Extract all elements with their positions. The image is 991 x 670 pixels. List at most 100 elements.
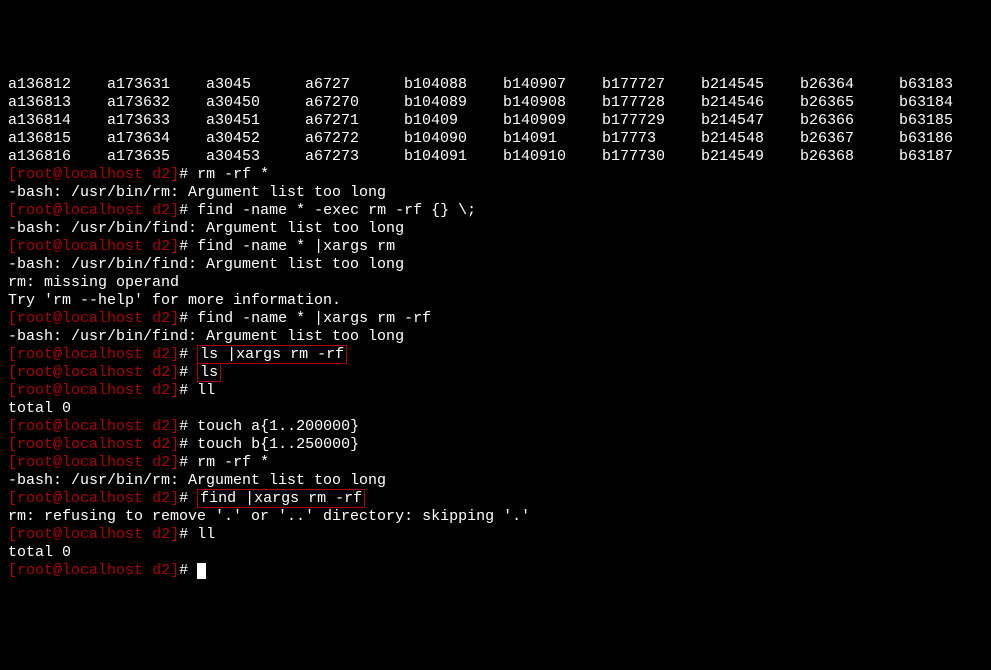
- filename: b63186: [899, 130, 991, 148]
- prompt-at: @: [53, 490, 62, 507]
- ls-output-row: a136814a173633a30451a67271b10409b140909b…: [8, 112, 983, 130]
- cursor[interactable]: [197, 563, 206, 579]
- prompt-host: localhost: [62, 526, 143, 543]
- filename: a3045: [206, 76, 305, 94]
- output-line: total 0: [8, 400, 983, 418]
- prompt-dir: d2: [143, 166, 170, 183]
- ls-output-row: a136816a173635a30453a67273b104091b140910…: [8, 148, 983, 166]
- prompt-user: root: [17, 382, 53, 399]
- prompt-hash: #: [179, 436, 197, 453]
- prompt-user: root: [17, 436, 53, 453]
- prompt-dir: d2: [143, 562, 170, 579]
- command-text: rm -rf *: [197, 454, 269, 471]
- prompt-host: localhost: [62, 364, 143, 381]
- prompt-bracket-open: [: [8, 454, 17, 471]
- output-line: -bash: /usr/bin/rm: Argument list too lo…: [8, 472, 983, 490]
- prompt-user: root: [17, 202, 53, 219]
- filename: b177728: [602, 94, 701, 112]
- command-text: find -name * |xargs rm: [197, 238, 395, 255]
- command-line: [root@localhost d2]# ls |xargs rm -rf: [8, 346, 983, 364]
- prompt-bracket-open: [: [8, 364, 17, 381]
- filename: a173633: [107, 112, 206, 130]
- filename: a67270: [305, 94, 404, 112]
- prompt-dir: d2: [143, 364, 170, 381]
- filename: b214548: [701, 130, 800, 148]
- prompt-dir: d2: [143, 454, 170, 471]
- output-line: Try 'rm --help' for more information.: [8, 292, 983, 310]
- filename: a173632: [107, 94, 206, 112]
- filename: b140909: [503, 112, 602, 130]
- prompt-at: @: [53, 436, 62, 453]
- prompt-bracket-close: ]: [170, 526, 179, 543]
- prompt-bracket-close: ]: [170, 346, 179, 363]
- command-text: find -name * |xargs rm -rf: [197, 310, 431, 327]
- filename: a30453: [206, 148, 305, 166]
- command-text: touch a{1..200000}: [197, 418, 359, 435]
- prompt-user: root: [17, 364, 53, 381]
- filename: b104090: [404, 130, 503, 148]
- command-line: [root@localhost d2]# find -name * |xargs…: [8, 238, 983, 256]
- filename: a136812: [8, 76, 107, 94]
- prompt-bracket-close: ]: [170, 562, 179, 579]
- prompt-hash: #: [179, 526, 197, 543]
- filename: b104089: [404, 94, 503, 112]
- command-line: [root@localhost d2]# ll: [8, 382, 983, 400]
- prompt-bracket-close: ]: [170, 364, 179, 381]
- command-line: [root@localhost d2]# find -name * |xargs…: [8, 310, 983, 328]
- prompt-user: root: [17, 526, 53, 543]
- prompt-at: @: [53, 346, 62, 363]
- output-line: -bash: /usr/bin/find: Argument list too …: [8, 220, 983, 238]
- command-line: [root@localhost d2]# touch b{1..250000}: [8, 436, 983, 454]
- filename: b214547: [701, 112, 800, 130]
- prompt-user: root: [17, 562, 53, 579]
- prompt-hash: #: [179, 490, 197, 507]
- ls-output-row: a136815a173634a30452a67272b104090b14091b…: [8, 130, 983, 148]
- command-line: [root@localhost d2]# find -name * -exec …: [8, 202, 983, 220]
- terminal-window[interactable]: a136812a173631a3045a6727b104088b140907b1…: [8, 76, 983, 580]
- prompt-bracket-open: [: [8, 562, 17, 579]
- filename: b140910: [503, 148, 602, 166]
- highlighted-command: find |xargs rm -rf: [197, 489, 365, 508]
- prompt-host: localhost: [62, 418, 143, 435]
- filename: b14091: [503, 130, 602, 148]
- ls-output-row: a136813a173632a30450a67270b104089b140908…: [8, 94, 983, 112]
- filename: b26366: [800, 112, 899, 130]
- filename: b177729: [602, 112, 701, 130]
- prompt-host: localhost: [62, 346, 143, 363]
- command-line[interactable]: [root@localhost d2]#: [8, 562, 983, 580]
- filename: b63184: [899, 94, 991, 112]
- prompt-dir: d2: [143, 238, 170, 255]
- command-line: [root@localhost d2]# rm -rf *: [8, 454, 983, 472]
- filename: b26364: [800, 76, 899, 94]
- prompt-user: root: [17, 166, 53, 183]
- prompt-at: @: [53, 166, 62, 183]
- prompt-user: root: [17, 310, 53, 327]
- prompt-at: @: [53, 382, 62, 399]
- filename: b140908: [503, 94, 602, 112]
- prompt-bracket-close: ]: [170, 238, 179, 255]
- prompt-host: localhost: [62, 490, 143, 507]
- prompt-bracket-close: ]: [170, 310, 179, 327]
- filename: b26365: [800, 94, 899, 112]
- prompt-bracket-open: [: [8, 382, 17, 399]
- prompt-hash: #: [179, 346, 197, 363]
- prompt-host: localhost: [62, 436, 143, 453]
- prompt-bracket-open: [: [8, 436, 17, 453]
- filename: a67271: [305, 112, 404, 130]
- prompt-at: @: [53, 202, 62, 219]
- prompt-hash: #: [179, 418, 197, 435]
- prompt-dir: d2: [143, 490, 170, 507]
- highlighted-command: ls |xargs rm -rf: [197, 345, 347, 364]
- prompt-host: localhost: [62, 202, 143, 219]
- output-line: total 0: [8, 544, 983, 562]
- prompt-hash: #: [179, 238, 197, 255]
- filename: a173634: [107, 130, 206, 148]
- filename: a67273: [305, 148, 404, 166]
- prompt-hash: #: [179, 166, 197, 183]
- prompt-bracket-open: [: [8, 526, 17, 543]
- filename: a136814: [8, 112, 107, 130]
- output-line: -bash: /usr/bin/rm: Argument list too lo…: [8, 184, 983, 202]
- output-line: -bash: /usr/bin/find: Argument list too …: [8, 328, 983, 346]
- prompt-dir: d2: [143, 382, 170, 399]
- prompt-bracket-close: ]: [170, 490, 179, 507]
